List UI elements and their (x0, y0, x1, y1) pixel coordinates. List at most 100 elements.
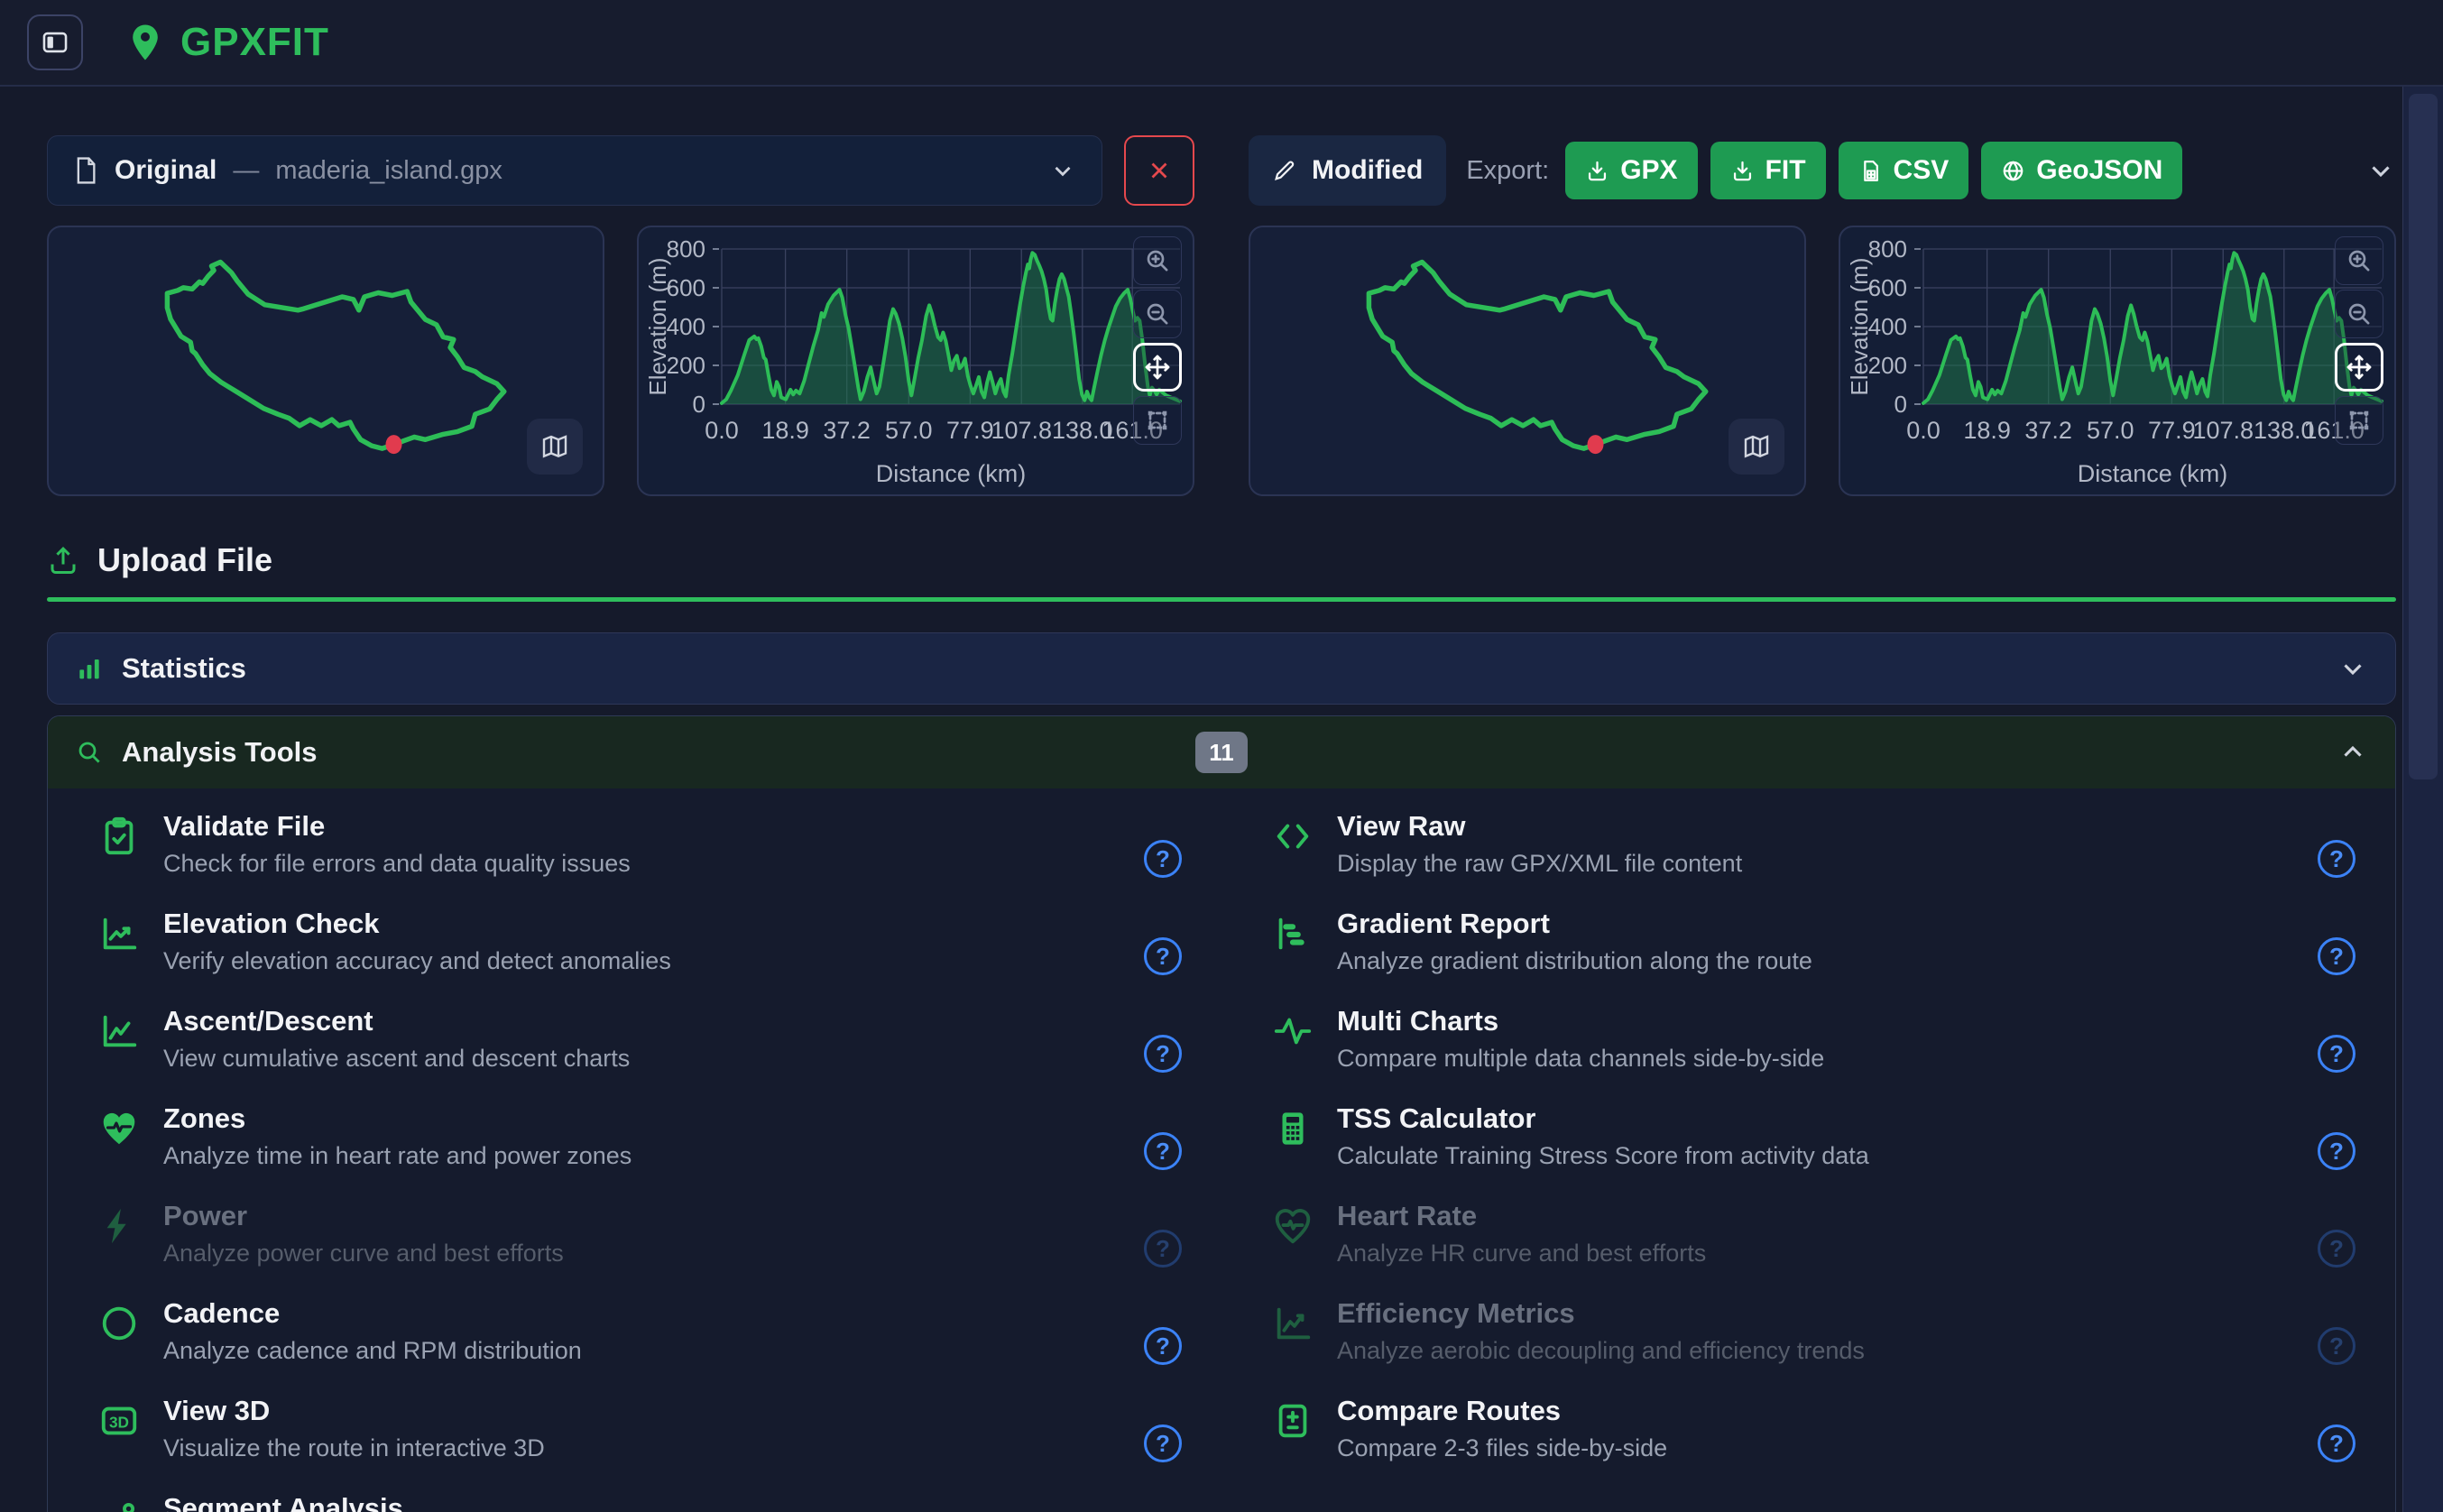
tool-help-button[interactable]: ? (2318, 1035, 2355, 1073)
statistics-section-header[interactable]: Statistics (47, 632, 2396, 705)
activity-pulse-icon (1272, 1010, 1314, 1052)
original-route-map[interactable] (47, 226, 604, 496)
modified-route-map[interactable] (1249, 226, 1806, 496)
scrollbar-thumb[interactable] (2409, 94, 2438, 779)
upload-file-header[interactable]: Upload File (47, 541, 2396, 579)
tool-multi-charts[interactable]: Multi Charts Compare multiple data channe… (1222, 1005, 2395, 1102)
tool-tss-calculator[interactable]: TSS CalculatorCalculate Training Stress … (1222, 1102, 2395, 1200)
chevron-down-icon[interactable] (2365, 155, 2396, 186)
tool-description: Visualize the route in interactive 3D (163, 1434, 1120, 1462)
tool-cadence[interactable]: CadenceAnalyze cadence and RPM distribut… (48, 1297, 1222, 1395)
vertical-scrollbar[interactable] (2402, 87, 2443, 1512)
file-separator: — (233, 156, 259, 186)
tool-help-button[interactable]: ? (1144, 1035, 1182, 1073)
tool-help-button[interactable]: ? (1144, 1327, 1182, 1365)
tool-zones[interactable]: ZonesAnalyze time in heart rate and powe… (48, 1102, 1222, 1200)
zoom-out-button[interactable] (1133, 290, 1182, 338)
original-elevation-chart[interactable]: 0.018.937.257.077.9107.8138.0161.0020040… (637, 226, 1194, 496)
modified-chip: Modified (1249, 135, 1446, 206)
svg-text:18.9: 18.9 (1963, 417, 2011, 444)
tool-help-button[interactable]: ? (1144, 1132, 1182, 1170)
tool-help-button[interactable]: ? (2318, 937, 2355, 975)
svg-text:600: 600 (1868, 274, 1907, 301)
zoom-out-button[interactable] (2335, 290, 2383, 338)
tool-compare-routes[interactable]: Compare RoutesCompare 2-3 files side-by-… (1222, 1395, 2395, 1492)
analysis-tools-header[interactable]: Analysis Tools 11 (48, 716, 2395, 788)
heart-pulse-icon (98, 1108, 140, 1149)
tool-help-button: ? (2318, 1327, 2355, 1365)
upload-title: Upload File (97, 541, 272, 579)
pan-button[interactable] (2335, 343, 2383, 392)
tool-segment-analysis[interactable]: Segment Analysis? (48, 1492, 1222, 1512)
tool-help-button[interactable]: ? (1144, 937, 1182, 975)
export-button-label: GPX (1620, 155, 1677, 186)
tool-help-button[interactable]: ? (2318, 1132, 2355, 1170)
bar-chart-icon (75, 654, 104, 683)
tool-title: Multi Charts (1337, 1005, 2294, 1037)
tool-help-button[interactable]: ? (1144, 1424, 1182, 1462)
tool-title: Power (163, 1200, 1120, 1232)
zoom-in-button[interactable] (2335, 236, 2383, 285)
tool-description: Compare multiple data channels side-by-s… (1337, 1044, 2294, 1073)
svg-text:Distance (km): Distance (km) (876, 460, 1027, 487)
tool-elevation-check[interactable]: Elevation Check Verify elevation accuracy… (48, 908, 1222, 1005)
tool-description: Verify elevation accuracy and detect ano… (163, 946, 1120, 975)
tool-title: Zones (163, 1102, 1120, 1135)
box-select-button[interactable] (1133, 396, 1182, 445)
original-filename: maderia_island.gpx (275, 156, 502, 186)
tool-help-button[interactable]: ? (1144, 840, 1182, 878)
segment-icon (98, 1498, 140, 1512)
sidebar-toggle-button[interactable] (27, 14, 83, 70)
zoom-out-icon (1143, 300, 1172, 328)
map-layers-button[interactable] (527, 419, 583, 475)
svg-text:107.8: 107.8 (991, 417, 1052, 444)
tool-help-button[interactable]: ? (2318, 840, 2355, 878)
svg-text:400: 400 (667, 313, 705, 340)
elevation-plot: 0.018.937.257.077.9107.8138.0161.0020040… (639, 227, 1193, 494)
chart-modebar (1133, 236, 1182, 445)
svg-text:0: 0 (1894, 391, 1907, 418)
chevron-up-icon (2337, 737, 2368, 768)
tool-description: Display the raw GPX/XML file content (1337, 849, 2294, 878)
zoom-in-icon (2345, 246, 2374, 275)
export-geojson-button[interactable]: GeoJSON (1981, 142, 2182, 199)
export-gpx-button[interactable]: GPX (1565, 142, 1697, 199)
gradient-bars-icon (1272, 913, 1314, 954)
svg-text:77.9: 77.9 (2148, 417, 2196, 444)
original-file-select[interactable]: Original — maderia_island.gpx (47, 135, 1102, 206)
code-icon (1272, 816, 1314, 857)
tool-view-3d[interactable]: 3DView 3DVisualize the route in interact… (48, 1395, 1222, 1492)
tool-title: View Raw (1337, 810, 2294, 843)
zoom-in-button[interactable] (1133, 236, 1182, 285)
route-outline (49, 227, 603, 494)
tools-grid: Validate FileCheck for file errors and d… (48, 788, 2395, 1512)
remove-file-button[interactable] (1124, 135, 1194, 206)
svg-text:0: 0 (693, 391, 705, 418)
export-button-label: GeoJSON (2036, 155, 2162, 186)
tool-ascent-descent[interactable]: Ascent/DescentView cumulative ascent and… (48, 1005, 1222, 1102)
tool-title: Gradient Report (1337, 908, 2294, 940)
clipboard-check-icon (98, 816, 140, 857)
tool-power: PowerAnalyze power curve and best effort… (48, 1200, 1222, 1297)
map-layers-button[interactable] (1729, 419, 1784, 475)
tool-help-button[interactable]: ? (2318, 1424, 2355, 1462)
tool-validate-file[interactable]: Validate FileCheck for file errors and d… (48, 810, 1222, 908)
tool-title: Elevation Check (163, 908, 1120, 940)
export-csv-button[interactable]: CSV (1839, 142, 1969, 199)
chart-modebar (2335, 236, 2383, 445)
heart-rate-icon (1272, 1205, 1314, 1247)
tool-gradient-report[interactable]: Gradient ReportAnalyze gradient distribu… (1222, 908, 2395, 1005)
modified-elevation-chart[interactable]: 0.018.937.257.077.9107.8138.0161.0020040… (1839, 226, 2396, 496)
tool-description: Compare 2-3 files side-by-side (1337, 1434, 2294, 1462)
tool-title: TSS Calculator (1337, 1102, 2294, 1135)
box-select-button[interactable] (2335, 396, 2383, 445)
analysis-tools-title: Analysis Tools (122, 736, 318, 769)
export-fit-button[interactable]: FIT (1710, 142, 1826, 199)
globe-icon (2001, 159, 2025, 183)
tool-description: View cumulative ascent and descent chart… (163, 1044, 1120, 1073)
pan-button[interactable] (1133, 343, 1182, 392)
export-label: Export: (1466, 156, 1549, 186)
modified-label: Modified (1312, 155, 1423, 186)
tool-help-button: ? (2318, 1230, 2355, 1268)
tool-view-raw[interactable]: View Raw Display the raw GPX/XML file con… (1222, 810, 2395, 908)
